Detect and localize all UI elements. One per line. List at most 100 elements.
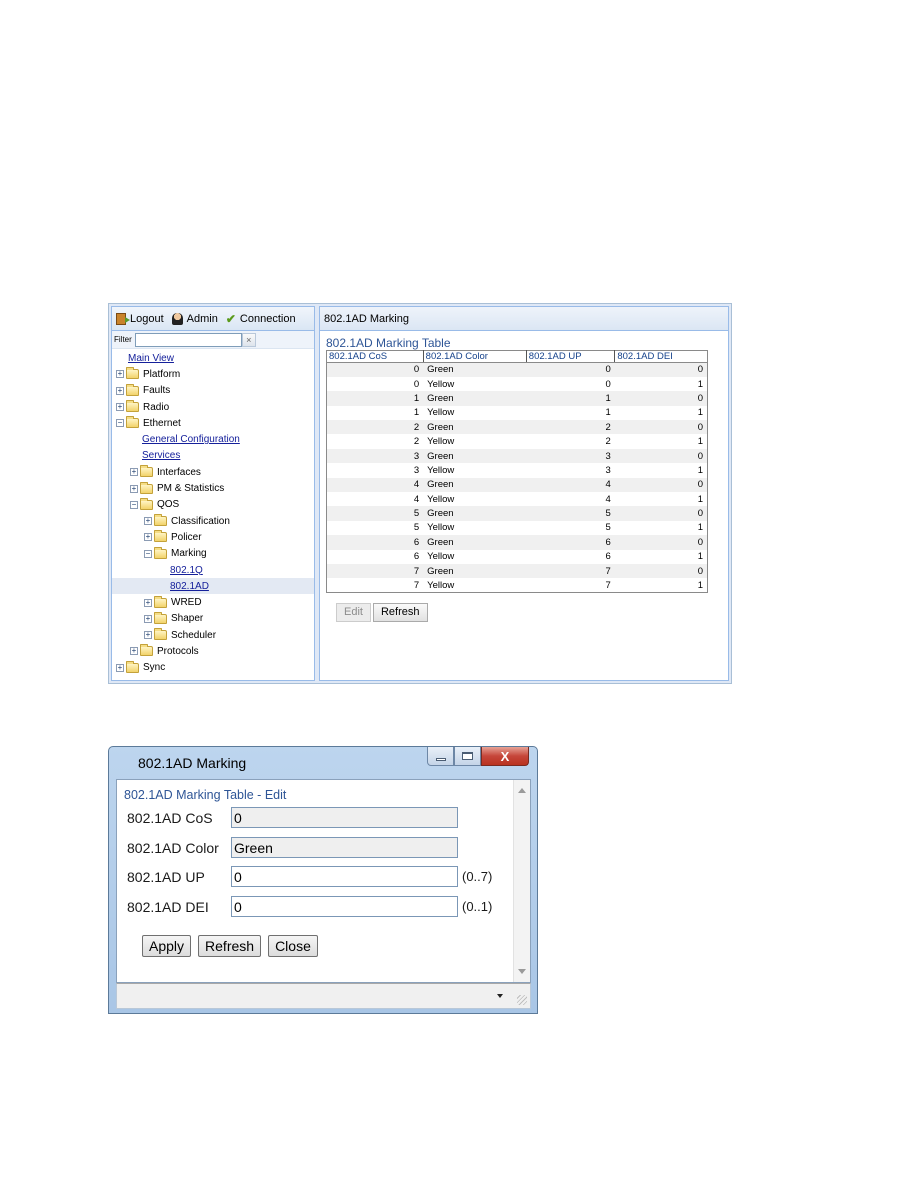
dialog-heading: 802.1AD Marking Table - Edit bbox=[124, 788, 287, 802]
tree-node-label[interactable]: Main View bbox=[128, 353, 174, 364]
table-row[interactable]: 3 Yellow 3 1 bbox=[326, 463, 708, 478]
tree-node-label[interactable]: General Configuration bbox=[142, 434, 240, 445]
cell-color: Green bbox=[423, 477, 527, 493]
column-header-color[interactable]: 802.1AD Color bbox=[422, 350, 527, 363]
tree-node-802-1ad[interactable]: 802.1AD bbox=[112, 578, 314, 595]
table-row[interactable]: 1 Yellow 1 1 bbox=[326, 405, 708, 421]
expand-icon[interactable]: + bbox=[144, 598, 152, 607]
expand-icon[interactable]: + bbox=[144, 631, 152, 640]
field-label: 802.1AD CoS bbox=[127, 809, 213, 826]
expand-icon[interactable]: + bbox=[116, 370, 124, 379]
dialog-close-button[interactable]: Close bbox=[268, 935, 318, 957]
table-row[interactable]: 4 Green 4 0 bbox=[326, 477, 708, 493]
cell-cos: 0 bbox=[326, 362, 424, 377]
column-header-up[interactable]: 802.1AD UP bbox=[525, 350, 615, 363]
table-row[interactable]: 7 Yellow 7 1 bbox=[326, 578, 708, 593]
expand-icon[interactable]: + bbox=[130, 647, 138, 656]
tree-node-scheduler[interactable]: + Scheduler bbox=[112, 627, 314, 643]
logout-button[interactable]: Logout bbox=[116, 312, 164, 325]
collapse-icon[interactable]: − bbox=[116, 419, 124, 428]
expand-icon[interactable]: + bbox=[116, 663, 124, 672]
connection-label: Connection bbox=[239, 312, 296, 325]
folder-icon bbox=[126, 660, 139, 673]
tree-node-label[interactable]: 802.1AD bbox=[170, 581, 209, 592]
clear-filter-button[interactable]: × bbox=[241, 332, 256, 347]
tree-node-classification[interactable]: + Classification bbox=[112, 513, 314, 529]
user-icon bbox=[171, 312, 183, 325]
tree-node-sync[interactable]: + Sync bbox=[112, 660, 314, 676]
refresh-button[interactable]: Refresh bbox=[372, 603, 428, 622]
dei-input[interactable] bbox=[231, 896, 458, 917]
expand-icon[interactable]: + bbox=[144, 533, 152, 542]
dialog-refresh-button[interactable]: Refresh bbox=[198, 935, 262, 957]
table-row[interactable]: 6 Green 6 0 bbox=[326, 535, 708, 550]
tree-node-802-1q[interactable]: 802.1Q bbox=[112, 562, 314, 578]
table-row[interactable]: 0 Yellow 0 1 bbox=[326, 376, 708, 392]
tree-node-platform[interactable]: + Platform bbox=[112, 366, 314, 382]
vertical-scrollbar[interactable] bbox=[513, 780, 530, 982]
minimize-button[interactable] bbox=[427, 747, 454, 766]
tree-node-ethernet[interactable]: − Ethernet bbox=[112, 415, 314, 431]
table-row[interactable]: 7 Green 7 0 bbox=[326, 563, 708, 579]
tree-node-services[interactable]: Services bbox=[112, 448, 314, 464]
scroll-down-arrow-icon[interactable] bbox=[518, 969, 526, 974]
expand-icon[interactable]: + bbox=[130, 468, 138, 477]
column-header-cos[interactable]: 802.1AD CoS bbox=[326, 350, 424, 363]
admin-button[interactable]: Admin bbox=[171, 312, 218, 325]
folder-open-icon bbox=[140, 497, 153, 510]
field-row-color: 802.1AD Color bbox=[127, 837, 458, 858]
tree-node-label[interactable]: Services bbox=[142, 450, 180, 461]
tree-node-general-configuration[interactable]: General Configuration bbox=[112, 431, 314, 447]
close-window-button[interactable]: X bbox=[481, 747, 529, 766]
collapse-icon[interactable]: − bbox=[144, 549, 152, 558]
tree-node-pm-statistics[interactable]: + PM & Statistics bbox=[112, 480, 314, 496]
color-input[interactable] bbox=[231, 837, 458, 858]
cell-dei: 0 bbox=[614, 563, 708, 579]
cos-input[interactable] bbox=[231, 807, 458, 828]
expand-icon[interactable]: + bbox=[144, 614, 152, 623]
tree-node-policer[interactable]: + Policer bbox=[112, 529, 314, 545]
tree-node-radio[interactable]: + Radio bbox=[112, 399, 314, 415]
expand-icon[interactable]: + bbox=[116, 403, 124, 412]
expand-icon[interactable]: + bbox=[144, 517, 152, 526]
table-row[interactable]: 3 Green 3 0 bbox=[326, 448, 708, 464]
range-hint: (0..1) bbox=[462, 899, 493, 914]
expand-icon[interactable]: + bbox=[130, 484, 138, 493]
table-row[interactable]: 6 Yellow 6 1 bbox=[326, 549, 708, 564]
cell-up: 2 bbox=[526, 434, 615, 449]
expand-icon[interactable]: + bbox=[116, 386, 124, 395]
table-row[interactable]: 2 Yellow 2 1 bbox=[326, 434, 708, 449]
table-row[interactable]: 4 Yellow 4 1 bbox=[326, 492, 708, 507]
resize-grip-icon[interactable] bbox=[517, 995, 527, 1005]
tree-node-wred[interactable]: + WRED bbox=[112, 594, 314, 610]
tree-node-shaper[interactable]: + Shaper bbox=[112, 611, 314, 627]
dropdown-arrow-icon[interactable] bbox=[497, 994, 503, 998]
table-row[interactable]: 5 Green 5 0 bbox=[326, 506, 708, 521]
cell-dei: 1 bbox=[614, 405, 708, 421]
table-row[interactable]: 2 Green 2 0 bbox=[326, 420, 708, 435]
tree-node-label[interactable]: 802.1Q bbox=[170, 565, 203, 576]
tree-node-interfaces[interactable]: + Interfaces bbox=[112, 464, 314, 480]
maximize-icon bbox=[462, 752, 473, 760]
tree-node-protocols[interactable]: + Protocols bbox=[112, 643, 314, 659]
cell-dei: 0 bbox=[614, 362, 708, 377]
tree-node-qos[interactable]: − QOS bbox=[112, 497, 314, 513]
apply-button[interactable]: Apply bbox=[142, 935, 192, 957]
edit-button[interactable]: Edit bbox=[336, 603, 371, 622]
up-input[interactable] bbox=[231, 866, 458, 887]
collapse-icon[interactable]: − bbox=[130, 500, 138, 509]
table-row[interactable]: 1 Green 1 0 bbox=[326, 391, 708, 406]
tree-node-label: Platform bbox=[143, 368, 181, 380]
filter-input[interactable] bbox=[134, 332, 242, 347]
table-row[interactable]: 5 Yellow 5 1 bbox=[326, 520, 708, 536]
scroll-up-arrow-icon[interactable] bbox=[518, 788, 526, 793]
column-header-dei[interactable]: 802.1AD DEI bbox=[614, 350, 708, 363]
maximize-button[interactable] bbox=[454, 747, 481, 766]
table-row[interactable]: 0 Green 0 0 bbox=[326, 362, 708, 377]
connection-button[interactable]: ✔ Connection bbox=[226, 312, 296, 326]
tree-node-label: Sync bbox=[143, 662, 166, 674]
tree-node-label: Classification bbox=[171, 515, 230, 527]
tree-node-faults[interactable]: + Faults bbox=[112, 383, 314, 399]
tree-node-main-view[interactable]: Main View bbox=[112, 350, 314, 366]
tree-node-marking[interactable]: − Marking bbox=[112, 546, 314, 562]
